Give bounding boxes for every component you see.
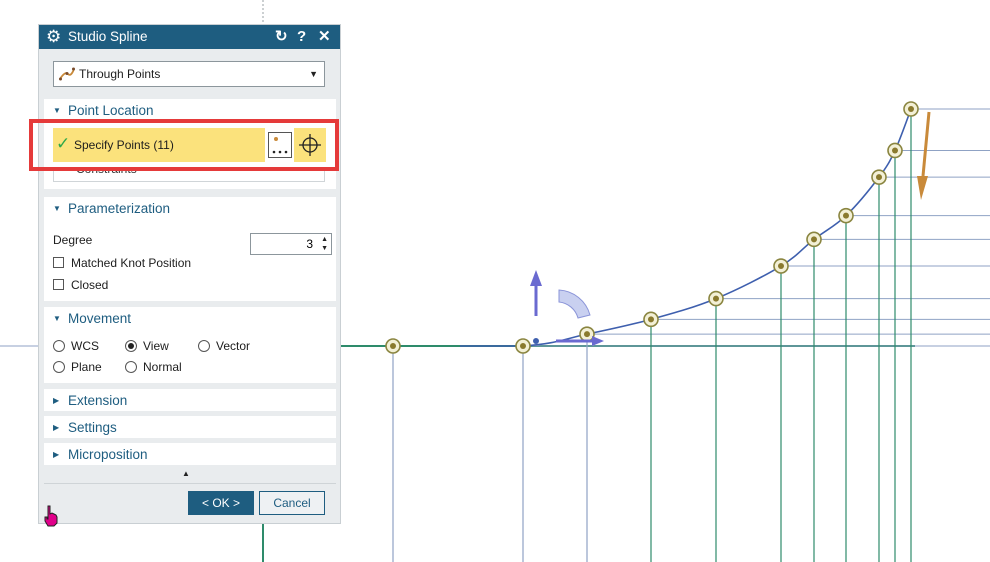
extension-title: Extension	[68, 393, 128, 408]
expand-down-icon: ▼	[53, 204, 61, 213]
microposition-title: Microposition	[68, 447, 148, 462]
close-icon[interactable]: ✕	[318, 25, 331, 49]
expand-right-icon: ▶	[53, 396, 60, 405]
collapse-dialog-icon[interactable]: ▲	[182, 469, 190, 478]
help-icon[interactable]: ?	[297, 25, 306, 49]
radio-normal[interactable]	[125, 361, 137, 373]
spline-point[interactable]	[385, 338, 401, 354]
parameterization-group: ▼ Parameterization Degree 3 ▲ ▼ Matched K…	[44, 197, 336, 301]
spline-point[interactable]	[806, 231, 822, 248]
chevron-down-icon: ▼	[309, 69, 318, 79]
degree-label: Degree	[53, 233, 93, 247]
parameterization-header[interactable]: ▼ Parameterization	[44, 197, 336, 221]
spline-type-dropdown[interactable]: Through Points ▼	[53, 61, 325, 87]
rotate-handle[interactable]	[558, 289, 591, 319]
studio-spline-dialog: ⚙ Studio Spline ↻ ? ✕ Through Points ▼ ▼…	[38, 24, 341, 524]
radio-vector-label: Vector	[216, 339, 251, 353]
move-handle-up[interactable]	[530, 270, 542, 316]
settings-header[interactable]: ▶ Settings	[44, 416, 336, 440]
radio-view[interactable]	[125, 340, 137, 352]
spinner-arrows-icon[interactable]: ▲ ▼	[321, 235, 328, 253]
radio-normal-label: Normal	[143, 360, 182, 374]
dialog-title: Studio Spline	[68, 29, 148, 44]
spline-point[interactable]	[579, 326, 595, 342]
expand-right-icon: ▶	[53, 423, 60, 432]
matched-knot-label: Matched Knot Position	[71, 256, 192, 270]
construction-lines	[392, 108, 990, 562]
closed-checkbox[interactable]	[53, 279, 64, 290]
spline-point[interactable]	[838, 207, 854, 224]
spline-points	[385, 101, 919, 354]
expand-right-icon: ▶	[53, 450, 60, 459]
closed-label: Closed	[71, 278, 109, 292]
parameterization-title: Parameterization	[68, 201, 171, 216]
degree-spinner[interactable]: 3 ▲ ▼	[250, 233, 332, 255]
highlight-box	[29, 119, 339, 171]
settings-title: Settings	[68, 420, 117, 435]
spline-point[interactable]	[871, 169, 887, 185]
extension-group[interactable]: ▶ Extension	[44, 389, 336, 411]
movement-header[interactable]: ▼ Movement	[44, 307, 336, 331]
radio-plane-label: Plane	[71, 360, 102, 374]
movement-group: ▼ Movement WCS View Vector Plane Normal	[44, 307, 336, 383]
spline-point[interactable]	[708, 290, 724, 307]
cancel-button[interactable]: Cancel	[259, 491, 325, 515]
radio-wcs[interactable]	[53, 340, 65, 352]
dialog-titlebar: ⚙ Studio Spline ↻ ? ✕	[39, 25, 340, 49]
spline-point[interactable]	[773, 258, 789, 274]
radio-plane[interactable]	[53, 361, 65, 373]
through-points-icon	[59, 67, 75, 81]
movement-title: Movement	[68, 311, 132, 326]
spline-point[interactable]	[887, 142, 903, 159]
microposition-header[interactable]: ▶ Microposition	[44, 443, 336, 467]
settings-group[interactable]: ▶ Settings	[44, 416, 336, 438]
radio-vector[interactable]	[198, 340, 210, 352]
microposition-group[interactable]: ▶ Microposition	[44, 443, 336, 465]
dropdown-selected: Through Points	[79, 67, 161, 81]
radio-view-label: View	[143, 339, 169, 353]
tangent-handle[interactable]	[917, 111, 931, 200]
ok-button[interactable]: < OK >	[188, 491, 254, 515]
spline-point[interactable]	[903, 101, 919, 117]
matched-knot-checkbox[interactable]	[53, 257, 64, 268]
spline-point[interactable]	[515, 338, 531, 354]
spline-curve[interactable]	[460, 108, 912, 347]
expand-down-icon: ▼	[53, 314, 61, 323]
radio-wcs-label: WCS	[71, 339, 99, 353]
footer-divider	[44, 483, 336, 484]
spline-point[interactable]	[643, 311, 659, 328]
extension-header[interactable]: ▶ Extension	[44, 389, 336, 413]
reset-icon[interactable]: ↻	[275, 25, 288, 49]
gear-icon: ⚙	[46, 27, 62, 46]
hand-cursor-icon	[44, 505, 58, 527]
degree-value: 3	[306, 237, 313, 251]
